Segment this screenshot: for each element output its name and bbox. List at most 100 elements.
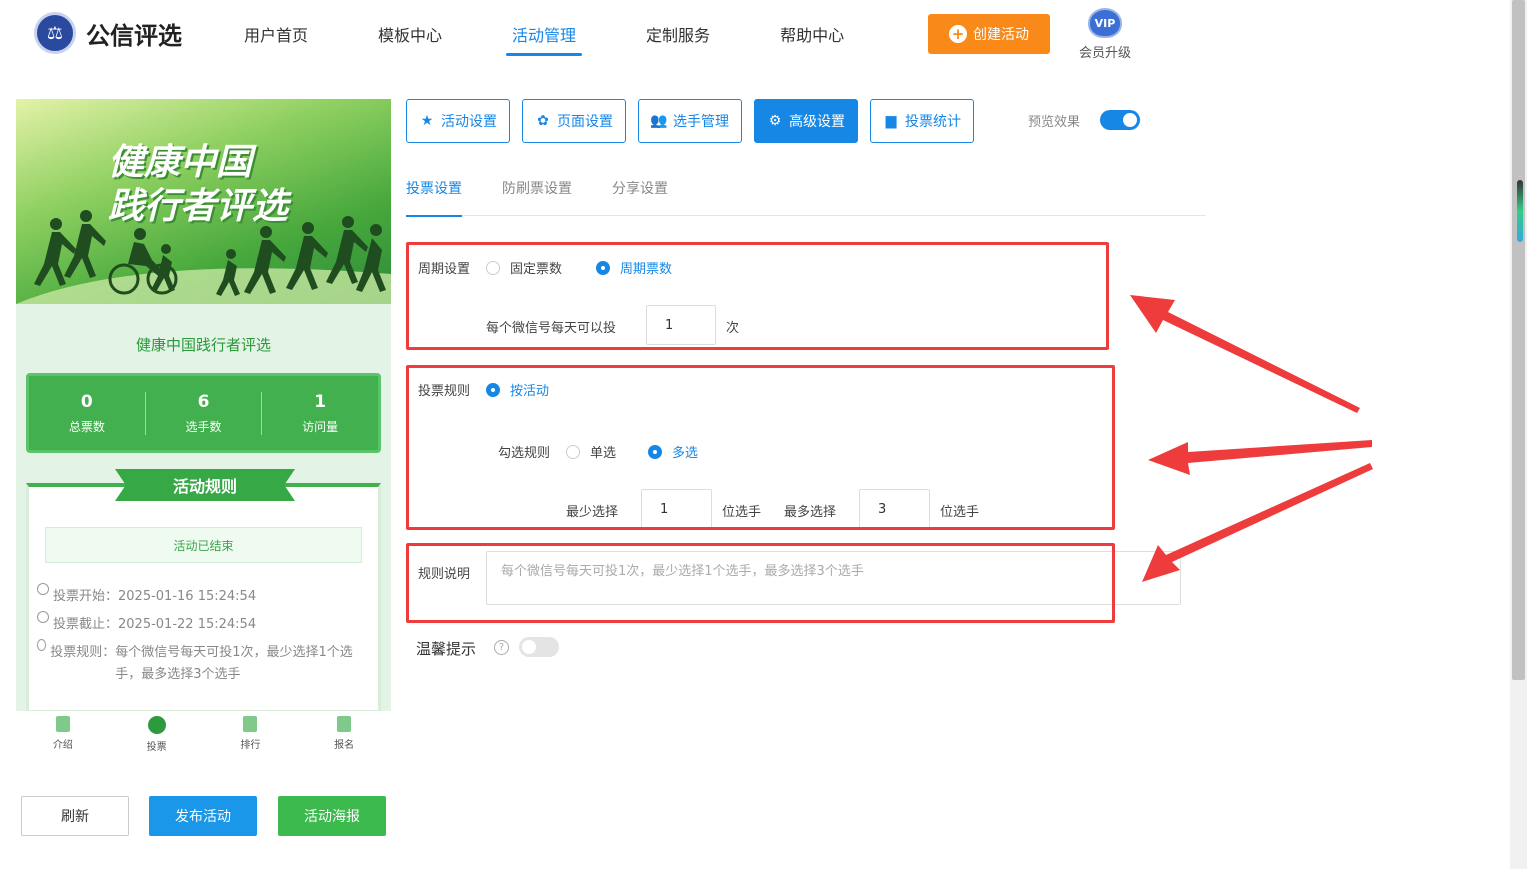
radio-multi-select[interactable]: 多选 — [648, 442, 698, 461]
preview-effect-switch[interactable] — [1100, 110, 1141, 130]
max-select-label: 最多选择 — [784, 505, 837, 520]
activity-banner: 健康中国 践行者评选 — [16, 99, 391, 304]
stat-value: 1 — [314, 391, 327, 412]
radio-single-select-label: 单选 — [590, 446, 617, 461]
radio-dot — [596, 260, 610, 275]
vote-rule-key: 投票规则： — [50, 645, 116, 660]
vote-start-value: 2025-01-16 15:24:54 — [118, 589, 257, 604]
cycle-settings-label: 周期设置 — [418, 262, 471, 277]
stat-total-votes: 0 总票数 — [29, 391, 146, 435]
subtab-vote-settings[interactable]: 投票设置 — [406, 178, 462, 217]
vote-rule-value: 每个微信号每天可投1次，最少选择1个选手，最多选择3个选手 — [115, 645, 353, 682]
nav-home[interactable]: 用户首页 — [244, 22, 308, 56]
vote-icon — [147, 716, 166, 734]
tab-page-settings[interactable]: ✿ 页面设置 — [522, 99, 626, 143]
rule-description-label: 规则说明 — [418, 567, 471, 582]
radio-multi-select-label: 多选 — [672, 446, 699, 461]
runners-silhouette-illustration — [16, 210, 391, 304]
brand-logo[interactable]: ⚖ 公信评选 — [34, 12, 182, 54]
vip-upgrade-label: 会员升级 — [1078, 46, 1131, 61]
warm-tip-label: 温馨提示 — [416, 640, 477, 658]
activity-ended-text: 活动已结束 — [173, 538, 234, 553]
warm-tip-switch[interactable] — [519, 637, 559, 657]
scales-emblem-icon: ⚖ — [34, 12, 76, 54]
mobile-preview: 健康中国 践行者评选 健康中国践行者评选 0 总票数 6 选手数 1 访问量 活… — [16, 99, 391, 711]
banner-title-line1: 健康中国 — [108, 142, 253, 183]
subtab-share-settings[interactable]: 分享设置 — [612, 178, 668, 216]
clock-icon — [37, 611, 49, 623]
rank-medal-icon — [243, 716, 258, 732]
max-select-input[interactable]: 3 — [859, 489, 930, 529]
scrollbar-thumb[interactable] — [1512, 0, 1525, 680]
bar-chart-icon: ▆ — [885, 113, 897, 129]
brand-name: 公信评选 — [86, 21, 182, 50]
subtab-anti-cheat-settings[interactable]: 防刷票设置 — [502, 178, 572, 216]
stat-visits: 1 访问量 — [262, 392, 378, 435]
info-icon — [37, 639, 47, 651]
max-select-unit: 位选手 — [940, 505, 980, 520]
gear-icon: ✿ — [537, 113, 549, 129]
min-select-input[interactable]: 1 — [641, 489, 712, 529]
activity-ended-notice: 活动已结束 — [45, 527, 362, 563]
preview-effect-label: 预览效果 — [1028, 114, 1081, 130]
tab-signup[interactable]: 报名 — [297, 714, 391, 758]
arrow-to-description-box — [1142, 463, 1373, 582]
activity-rules-card: 活动规则 活动已结束 投票开始： 2025-01-16 15:24:54 投票截… — [26, 469, 381, 711]
scroll-indicator — [1517, 180, 1523, 242]
tab-advanced-settings[interactable]: ⚙ 高级设置 — [754, 99, 858, 143]
min-select-unit: 位选手 — [722, 505, 762, 520]
tab-contestant-management-label: 选手管理 — [673, 114, 729, 130]
tab-page-settings-label: 页面设置 — [557, 114, 613, 130]
vip-upgrade[interactable]: VIP 会员升级 — [1075, 8, 1135, 61]
stat-value: 6 — [197, 391, 210, 412]
vote-rule-label: 投票规则 — [418, 384, 471, 399]
config-tabbar: ★ 活动设置 ✿ 页面设置 👥 选手管理 ⚙ 高级设置 ▆ 投票统计 — [406, 99, 986, 143]
tab-vote-label: 投票 — [146, 742, 167, 753]
tab-signup-label: 报名 — [334, 740, 355, 751]
vote-rule-line: 投票规则： 每个微信号每天可投1次，最少选择1个选手，最多选择3个选手 — [37, 639, 378, 686]
vip-badge-icon: VIP — [1088, 8, 1122, 38]
create-activity-button[interactable]: + 创建活动 — [928, 14, 1050, 54]
radio-fixed-votes-label: 固定票数 — [510, 262, 563, 277]
nav-help-center[interactable]: 帮助中心 — [780, 22, 844, 56]
radio-fixed-votes[interactable]: 固定票数 — [486, 258, 562, 277]
stat-contestants: 6 选手数 — [146, 391, 263, 435]
min-select-label: 最少选择 — [566, 505, 619, 520]
stat-label: 访问量 — [302, 419, 339, 434]
activity-poster-button[interactable]: 活动海报 — [278, 796, 386, 836]
nav-custom-service[interactable]: 定制服务 — [646, 22, 710, 56]
vote-end-key: 投票截止： — [53, 617, 119, 632]
refresh-button[interactable]: 刷新 — [21, 796, 129, 836]
radio-by-activity[interactable]: 按活动 — [486, 380, 549, 399]
radio-periodic-votes-label: 周期票数 — [620, 262, 673, 277]
tab-intro-label: 介绍 — [52, 740, 73, 751]
users-icon: 👥 — [650, 113, 668, 129]
tab-vote[interactable]: 投票 — [110, 714, 204, 758]
tab-vote-statistics[interactable]: ▆ 投票统计 — [870, 99, 974, 143]
tab-intro[interactable]: 介绍 — [16, 714, 110, 758]
vote-end-value: 2025-01-22 15:24:54 — [118, 617, 257, 632]
publish-activity-button[interactable]: 发布活动 — [149, 796, 257, 836]
vote-start-key: 投票开始： — [53, 589, 119, 604]
stats-panel: 0 总票数 6 选手数 1 访问量 — [26, 373, 381, 453]
radio-periodic-votes[interactable]: 周期票数 — [596, 258, 672, 277]
tab-advanced-settings-label: 高级设置 — [789, 114, 845, 130]
tab-vote-statistics-label: 投票统计 — [905, 114, 961, 130]
create-activity-label: 创建活动 — [973, 27, 1029, 43]
vote-start-line: 投票开始： 2025-01-16 15:24:54 — [37, 583, 378, 611]
tab-contestant-management[interactable]: 👥 选手管理 — [638, 99, 742, 143]
check-rule-label: 勾选规则 — [498, 446, 551, 461]
tab-activity-settings-label: 活动设置 — [441, 114, 497, 130]
nav-templates[interactable]: 模板中心 — [378, 22, 442, 56]
tab-activity-settings[interactable]: ★ 活动设置 — [406, 99, 510, 143]
rule-description-textarea[interactable]: 每个微信号每天可投1次，最少选择1个选手，最多选择3个选手 — [486, 551, 1181, 605]
tab-rank[interactable]: 排行 — [204, 714, 298, 758]
nav-activity-management[interactable]: 活动管理 — [506, 22, 583, 56]
daily-votes-input[interactable]: 1 — [646, 305, 716, 345]
radio-dot — [486, 382, 500, 397]
help-question-icon[interactable]: ? — [494, 640, 509, 655]
radio-dot — [648, 444, 662, 459]
preview-bottom-tabs: 介绍 投票 排行 报名 — [16, 714, 391, 758]
radio-single-select[interactable]: 单选 — [566, 442, 616, 461]
rules-title: 活动规则 — [115, 469, 295, 501]
